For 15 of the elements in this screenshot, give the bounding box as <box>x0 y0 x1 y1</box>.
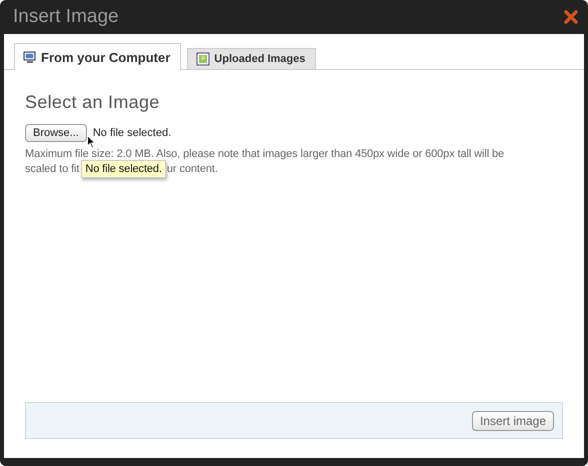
help-text: scaled to fit <box>25 162 80 176</box>
help-text: Maximum file size: 2.0 MB. Also, please note that images larger than 450px wide or 600px tall will be <box>25 148 504 160</box>
tooltip: No file selected. <box>81 160 166 178</box>
browse-button[interactable]: Browse... <box>25 124 87 142</box>
tab[interactable]: From your Computer <box>14 43 182 70</box>
window-title: Insert Image <box>13 6 119 28</box>
file-status: No file selected. <box>92 127 172 139</box>
picture-icon <box>196 52 210 66</box>
insert-image-button[interactable]: Insert image <box>472 410 554 430</box>
cursor-icon <box>87 135 96 149</box>
help-text: ur content. <box>166 162 218 176</box>
computer-icon <box>23 50 37 64</box>
close-icon[interactable] <box>564 10 578 24</box>
section-heading: Select an Image <box>25 92 161 113</box>
tab[interactable]: Uploaded Images <box>187 48 316 69</box>
